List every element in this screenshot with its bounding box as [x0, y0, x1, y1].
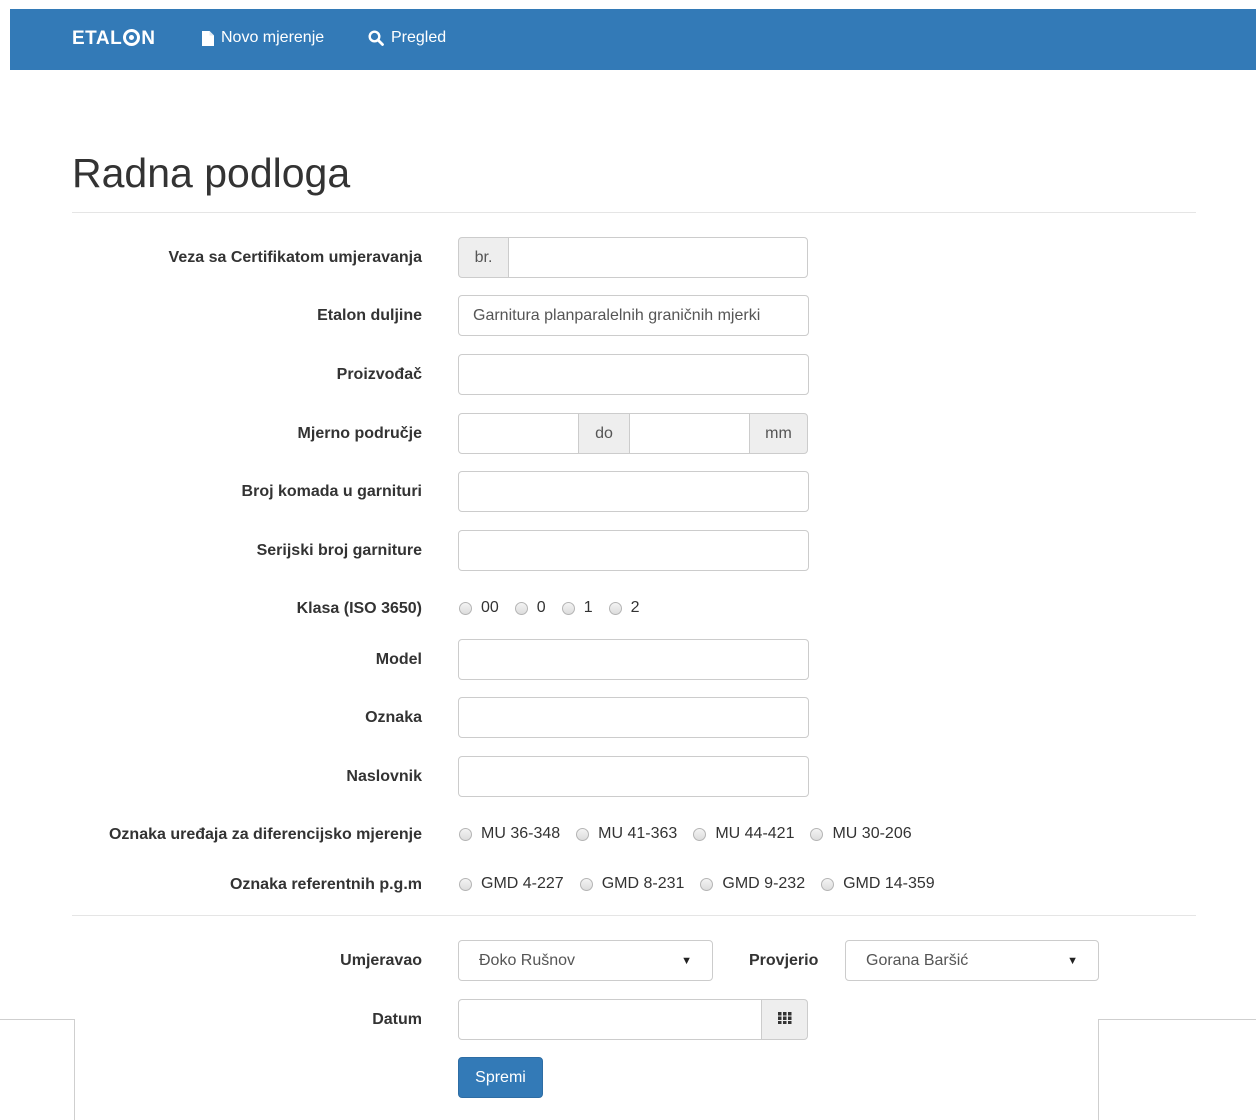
radio-label: GMD 14-359: [843, 875, 935, 892]
range-to-input[interactable]: [629, 413, 750, 454]
manufacturer-label: Proizvođač: [336, 366, 422, 383]
radio-button[interactable]: [700, 877, 714, 891]
model-label: Model: [375, 651, 422, 668]
oznaka-input[interactable]: [458, 697, 809, 738]
certificate-number-input[interactable]: [508, 237, 808, 278]
reference-option-3[interactable]: GMD 9-232: [700, 875, 805, 893]
range-sep-addon: do: [578, 413, 630, 454]
brand-text-prefix: ETAL: [72, 28, 123, 49]
provjerio-select[interactable]: Gorana Baršić ▼: [845, 940, 1099, 981]
device-option-3[interactable]: MU 44-421: [693, 825, 794, 843]
etalon-label: Etalon duljine: [317, 307, 422, 324]
provjerio-label: Provjerio: [749, 952, 819, 969]
radio-label: 1: [583, 599, 593, 616]
nav-novo-mjerenje-label: Novo mjerenje: [221, 29, 325, 46]
radio-button[interactable]: [608, 601, 622, 615]
naslovnik-label: Naslovnik: [346, 768, 422, 785]
manufacturer-input[interactable]: [458, 354, 809, 395]
radio-label: GMD 8-231: [601, 875, 685, 892]
radio-button[interactable]: [693, 827, 707, 841]
radio-label: MU 44-421: [715, 825, 795, 842]
radio-button[interactable]: [459, 601, 472, 615]
certificate-label: Veza sa Certifikatom umjeravanja: [168, 249, 422, 266]
radio-button[interactable]: [821, 877, 835, 891]
nav-pregled-label: Pregled: [391, 29, 447, 46]
klasa-option-0[interactable]: 0: [514, 599, 546, 617]
device-radio-group: MU 36-348 MU 41-363 MU 44-421 MU 30-206: [459, 825, 928, 843]
radio-button[interactable]: [514, 601, 528, 615]
serial-label: Serijski broj garniture: [256, 542, 422, 559]
calendar-icon: [777, 1011, 792, 1029]
klasa-label: Klasa (ISO 3650): [296, 600, 422, 617]
nav-novo-mjerenje[interactable]: Novo mjerenje: [202, 29, 324, 47]
title-divider: [72, 212, 1196, 213]
device-label: Oznaka uređaja za diferencijsko mjerenje: [108, 826, 422, 843]
certificate-addon: br.: [458, 237, 509, 278]
klasa-option-2[interactable]: 2: [608, 599, 640, 617]
dropdown-arrow-icon: ▼: [1067, 954, 1078, 967]
reference-option-4[interactable]: GMD 14-359: [821, 875, 935, 893]
reference-label: Oznaka referentnih p.g.m: [229, 876, 422, 893]
umjeravao-selected-value: Đoko Rušnov: [479, 951, 576, 969]
radio-button[interactable]: [810, 827, 824, 841]
form-divider: [72, 915, 1196, 916]
page-title: Radna podloga: [72, 150, 351, 196]
datum-label: Datum: [372, 1011, 422, 1028]
radio-label: MU 30-206: [832, 825, 912, 842]
radio-label: GMD 9-232: [722, 875, 806, 892]
dropdown-arrow-icon: ▼: [681, 954, 692, 967]
oznaka-label: Oznaka: [365, 709, 422, 726]
brand-logo[interactable]: ETAL N: [72, 28, 155, 50]
radio-button[interactable]: [579, 877, 593, 891]
radio-button[interactable]: [576, 827, 590, 841]
range-label: Mjerno područje: [297, 425, 422, 442]
umjeravao-select[interactable]: Đoko Rušnov ▼: [458, 940, 713, 981]
reference-radio-group: GMD 4-227 GMD 8-231 GMD 9-232 GMD 14-359: [459, 875, 951, 893]
model-input[interactable]: [458, 639, 809, 680]
brand-text-suffix: N: [141, 28, 156, 49]
reference-option-1[interactable]: GMD 4-227: [459, 875, 564, 893]
device-option-1[interactable]: MU 36-348: [459, 825, 560, 843]
radio-label: 2: [630, 599, 640, 616]
radio-button[interactable]: [459, 877, 472, 891]
umjeravao-label: Umjeravao: [340, 952, 422, 969]
pieces-label: Broj komada u garnituri: [241, 483, 422, 500]
reference-option-2[interactable]: GMD 8-231: [579, 875, 685, 893]
frame-line-left-v: [74, 1019, 75, 1120]
nav-pregled[interactable]: Pregled: [368, 29, 446, 47]
klasa-option-00[interactable]: 00: [459, 599, 499, 617]
klasa-option-1[interactable]: 1: [561, 599, 593, 617]
brand-o-icon: [123, 29, 141, 46]
naslovnik-input[interactable]: [458, 756, 809, 797]
calendar-button[interactable]: [761, 999, 808, 1040]
save-button[interactable]: Spremi: [458, 1057, 543, 1098]
frame-line-right-h: [1098, 1019, 1256, 1020]
provjerio-selected-value: Gorana Baršić: [866, 951, 969, 969]
search-icon: [368, 30, 384, 46]
frame-line-left-h: [0, 1019, 75, 1020]
radio-button[interactable]: [459, 827, 472, 841]
device-option-4[interactable]: MU 30-206: [810, 825, 912, 843]
file-icon: [202, 30, 214, 46]
klasa-radio-group: 00 0 1 2: [459, 599, 656, 617]
range-from-input[interactable]: [458, 413, 579, 454]
radio-label: MU 36-348: [481, 825, 561, 842]
radio-button[interactable]: [561, 601, 575, 615]
top-navbar: ETAL N Novo mjerenje Pregled: [10, 9, 1256, 70]
radio-label: 00: [481, 599, 499, 616]
etalon-input[interactable]: Garnitura planparalelnih graničnih mjerk…: [458, 295, 809, 336]
serial-input[interactable]: [458, 530, 809, 571]
device-option-2[interactable]: MU 41-363: [576, 825, 677, 843]
pieces-input[interactable]: [458, 471, 809, 512]
radio-label: 0: [536, 599, 546, 616]
radio-label: GMD 4-227: [481, 875, 564, 892]
range-unit-addon: mm: [749, 413, 808, 454]
frame-line-right-v: [1098, 1019, 1099, 1120]
datum-input[interactable]: [458, 999, 762, 1040]
radio-label: MU 41-363: [598, 825, 678, 842]
